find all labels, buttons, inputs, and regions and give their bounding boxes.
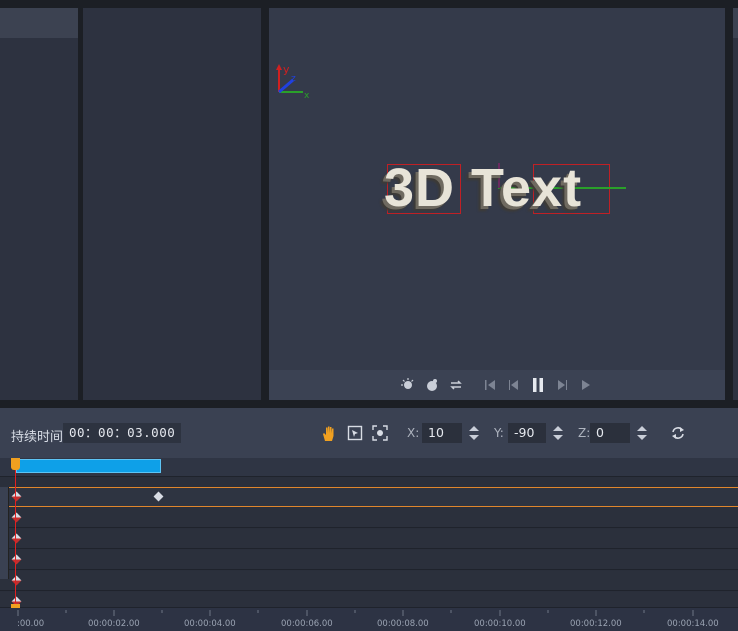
x-input[interactable]: 10 (422, 423, 462, 443)
y-input[interactable]: -90 (508, 423, 546, 443)
3d-text-object[interactable]: 3D Text (384, 158, 624, 218)
z-spinner-icon[interactable] (636, 424, 648, 442)
ruler-label: 00:00:02.00 (88, 619, 140, 629)
play-icon[interactable] (578, 377, 594, 393)
panel-splitter-middle[interactable] (261, 8, 269, 400)
middle-panel (83, 8, 261, 400)
z-input[interactable]: 0 (590, 423, 630, 443)
material-icon[interactable] (424, 377, 440, 393)
x-spinner-icon[interactable] (468, 424, 480, 442)
next-frame-icon[interactable] (554, 377, 570, 393)
timeline[interactable] (0, 458, 738, 614)
gizmo-y-label: y (283, 64, 290, 76)
ruler-label: 00:00:08.00 (377, 619, 429, 629)
timeline-clip[interactable] (16, 459, 161, 473)
track-row[interactable] (0, 529, 738, 549)
axis-gizmo-icon: y z x (276, 64, 310, 100)
duration-label: 持续时间 (11, 430, 64, 445)
ruler-label: 00:00:10.00 (474, 619, 526, 629)
track-row-selected[interactable] (0, 487, 738, 507)
top-strip (0, 0, 738, 8)
ruler-label: 00:00:04.00 (184, 619, 236, 629)
horizontal-splitter[interactable] (0, 400, 738, 408)
right-panel (733, 8, 738, 400)
panel-splitter-right[interactable] (725, 8, 733, 400)
hand-tool-icon[interactable] (320, 424, 338, 442)
refresh-icon[interactable] (669, 424, 687, 442)
y-label: Y: (494, 426, 504, 440)
preview-viewport[interactable]: y z x 3D Text (269, 8, 725, 370)
ruler-label: :00.00 (17, 619, 45, 629)
track-row[interactable] (0, 508, 738, 528)
move-tool-icon[interactable] (346, 424, 364, 442)
playback-bar (269, 370, 725, 400)
skip-start-icon[interactable] (482, 377, 498, 393)
track-row[interactable] (0, 592, 738, 608)
ruler-ticks (17, 610, 694, 616)
left-panel-header[interactable] (0, 8, 78, 38)
track-scroll-handle[interactable] (0, 487, 9, 579)
x-label: X: (407, 426, 420, 440)
pause-icon[interactable] (530, 377, 546, 393)
prev-frame-icon[interactable] (506, 377, 522, 393)
gizmo-x-label: x (304, 91, 310, 100)
left-panel (0, 8, 78, 400)
y-spinner-icon[interactable] (552, 424, 564, 442)
track-row[interactable] (0, 550, 738, 570)
ruler-label: 00:00:12.00 (570, 619, 622, 629)
track-row[interactable] (0, 571, 738, 591)
z-label: Z: (578, 426, 591, 440)
duration-input[interactable]: 00：00：03.000 (63, 423, 182, 443)
light-icon[interactable] (400, 377, 416, 393)
gizmo-z-label: z (291, 74, 296, 84)
right-panel-header[interactable] (733, 8, 738, 38)
ruler-label: 00:00:06.00 (281, 619, 333, 629)
scale-tool-icon[interactable] (371, 424, 389, 442)
playhead-handle[interactable] (11, 458, 20, 470)
loop-icon[interactable] (448, 377, 464, 393)
playhead-line[interactable] (15, 458, 16, 610)
ruler-label: 00:00:14.00 (667, 619, 719, 629)
